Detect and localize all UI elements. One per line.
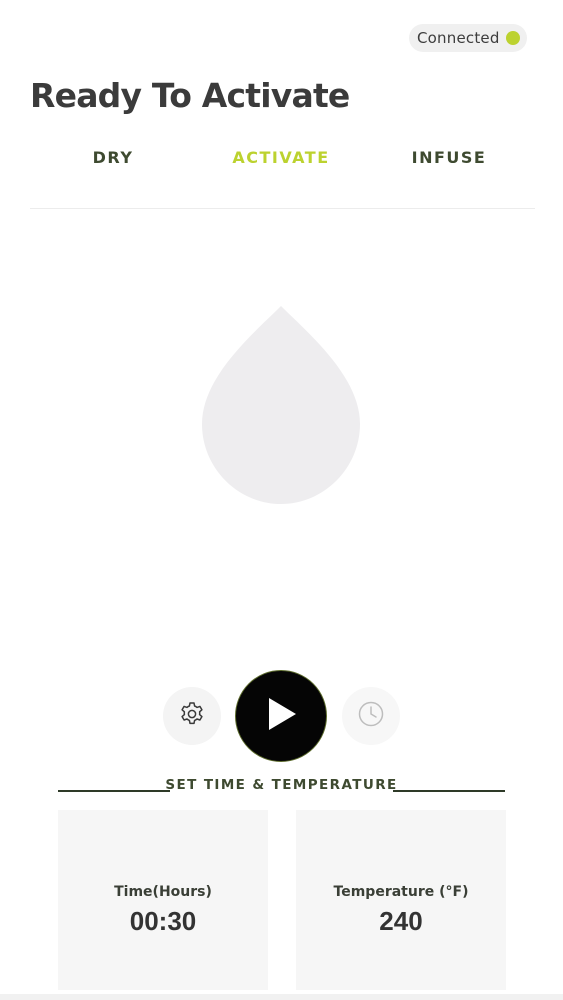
clock-icon bbox=[357, 700, 385, 733]
connection-status-dot bbox=[506, 31, 520, 45]
play-button[interactable] bbox=[235, 670, 327, 762]
tabs-divider bbox=[30, 208, 535, 209]
control-bar bbox=[0, 670, 563, 762]
connection-status-label: Connected bbox=[417, 29, 500, 47]
tab-infuse[interactable]: INFUSE bbox=[364, 140, 534, 176]
mode-tabs: DRY ACTIVATE INFUSE bbox=[28, 140, 536, 176]
time-card[interactable]: Time(Hours) 00:30 bbox=[58, 810, 268, 990]
time-value: 00:30 bbox=[129, 905, 197, 936]
play-icon bbox=[263, 695, 299, 738]
connection-status-pill: Connected bbox=[409, 24, 527, 52]
history-button[interactable] bbox=[342, 687, 400, 745]
heading-rule-right bbox=[393, 790, 505, 792]
gear-icon bbox=[178, 700, 206, 733]
tab-dry[interactable]: DRY bbox=[28, 140, 198, 176]
page-title: Ready To Activate bbox=[30, 76, 350, 115]
temperature-card[interactable]: Temperature (°F) 240 bbox=[296, 810, 506, 990]
time-label: Time(Hours) bbox=[114, 883, 212, 900]
settings-button[interactable] bbox=[163, 687, 221, 745]
temperature-label: Temperature (°F) bbox=[333, 883, 469, 900]
drop-icon bbox=[200, 304, 362, 504]
section-heading: SET TIME & TEMPERATURE bbox=[58, 776, 505, 796]
temperature-value: 240 bbox=[379, 905, 423, 936]
bottom-bar bbox=[0, 994, 563, 1000]
tab-activate[interactable]: ACTIVATE bbox=[196, 140, 366, 176]
